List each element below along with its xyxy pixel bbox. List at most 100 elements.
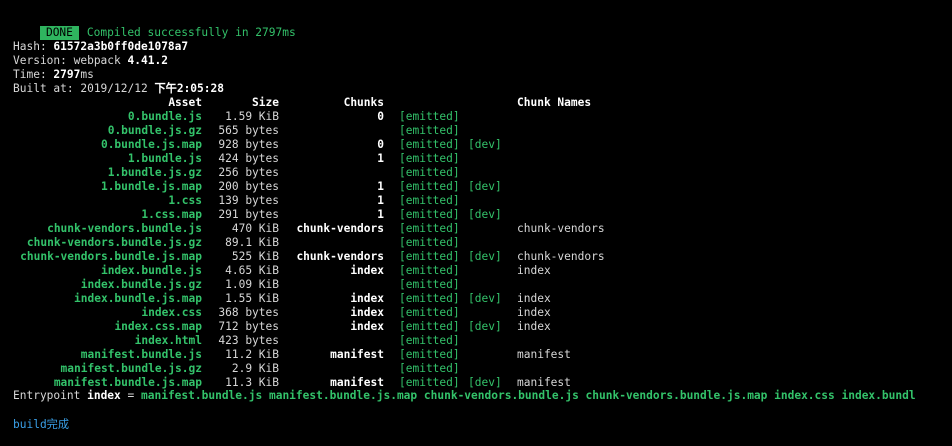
- entrypoint-name: index: [87, 389, 121, 402]
- emitted-tag: [emitted]: [399, 334, 460, 347]
- asset-chunks-cell: 0: [377, 110, 384, 123]
- asset-name-cell: 1.css.map: [141, 208, 202, 221]
- dev-tag: [dev]: [468, 376, 502, 389]
- dev-tag: [dev]: [468, 320, 502, 333]
- asset-name-cell: 1.bundle.js.gz: [107, 166, 202, 179]
- built-at-line: Built at: 2019/12/12 下午2:05:28: [13, 82, 224, 96]
- emitted-tag: [emitted]: [399, 208, 460, 221]
- chunk-names-cell: chunk-vendors: [517, 250, 605, 263]
- asset-name-cell: index.bundle.js.map: [74, 292, 202, 305]
- entrypoint-label: Entrypoint: [13, 389, 88, 402]
- asset-name-cell: index.bundle.js: [100, 264, 202, 277]
- asset-chunks-cell: 1: [377, 194, 384, 207]
- asset-size-cell: 2.9 KiB: [231, 362, 279, 375]
- compile-message: Compiled successfully in 2797ms: [86, 26, 296, 39]
- asset-name-cell: 1.bundle.js.map: [100, 180, 202, 193]
- asset-name-cell: index.html: [134, 334, 202, 347]
- asset-size-cell: 89.1 KiB: [225, 236, 279, 249]
- done-badge: DONE: [39, 26, 79, 40]
- asset-size-cell: 256 bytes: [218, 166, 279, 179]
- built-value: 下午2:05:28: [154, 82, 224, 95]
- asset-chunks-cell: 1: [377, 152, 384, 165]
- asset-chunks-cell: index: [350, 292, 384, 305]
- chunk-names-cell: index: [517, 292, 551, 305]
- emitted-tag: [emitted]: [399, 152, 460, 165]
- version-value: 4.41.2: [127, 54, 168, 67]
- asset-name-cell: manifest.bundle.js: [80, 348, 202, 361]
- asset-name-cell: index.css: [141, 306, 202, 319]
- asset-chunks-cell: index: [350, 306, 384, 319]
- header-chunks: Chunks: [343, 96, 384, 109]
- chunk-names-cell: index: [517, 306, 551, 319]
- header-asset: Asset: [168, 96, 202, 109]
- emitted-tag: [emitted]: [399, 376, 460, 389]
- asset-size-cell: 565 bytes: [218, 124, 279, 137]
- time-value: 2797: [53, 68, 81, 81]
- asset-name-cell: 0.bundle.js.gz: [107, 124, 202, 137]
- emitted-tag: [emitted]: [399, 264, 460, 277]
- built-label: Built at: 2019/12/12: [13, 82, 155, 95]
- asset-chunks-cell: manifest: [330, 348, 384, 361]
- entrypoint-files: manifest.bundle.js manifest.bundle.js.ma…: [141, 389, 916, 402]
- emitted-tag: [emitted]: [399, 348, 460, 361]
- asset-size-cell: 1.09 KiB: [225, 278, 279, 291]
- build-complete-message: build完成: [13, 418, 70, 431]
- dev-tag: [dev]: [468, 180, 502, 193]
- emitted-tag: [emitted]: [399, 292, 460, 305]
- chunk-names-cell: manifest: [517, 376, 571, 389]
- hash-label: Hash:: [13, 40, 54, 53]
- asset-chunks-cell: chunk-vendors: [296, 250, 384, 263]
- time-line: Time: 2797ms: [13, 68, 94, 82]
- asset-chunks-cell: 0: [377, 138, 384, 151]
- entrypoint-line: Entrypoint index = manifest.bundle.js ma…: [13, 389, 916, 403]
- asset-name-cell: manifest.bundle.js.gz: [60, 362, 202, 375]
- dev-tag: [dev]: [468, 208, 502, 221]
- emitted-tag: [emitted]: [399, 166, 460, 179]
- entrypoint-equals: =: [120, 389, 141, 402]
- time-label: Time:: [13, 68, 54, 81]
- compile-status-line: DONE Compiled successfully in 2797ms: [13, 12, 296, 40]
- emitted-tag: [emitted]: [399, 320, 460, 333]
- asset-chunks-cell: index: [350, 320, 384, 333]
- asset-name-cell: chunk-vendors.bundle.js: [47, 222, 202, 235]
- emitted-tag: [emitted]: [399, 194, 460, 207]
- emitted-tag: [emitted]: [399, 362, 460, 375]
- chunk-names-cell: manifest: [517, 348, 571, 361]
- hash-value: 61572a3b0ff0de1078a7: [53, 40, 189, 53]
- asset-name-cell: 0.bundle.js.map: [100, 138, 202, 151]
- emitted-tag: [emitted]: [399, 250, 460, 263]
- asset-chunks-cell: manifest: [330, 376, 384, 389]
- dev-tag: [dev]: [468, 250, 502, 263]
- hash-line: Hash: 61572a3b0ff0de1078a7: [13, 40, 188, 54]
- time-unit: ms: [80, 68, 94, 81]
- table-header: Asset Size Chunks Chunk Names: [0, 96, 591, 110]
- asset-name-cell: index.bundle.js.gz: [80, 278, 202, 291]
- version-label: Version: webpack: [13, 54, 128, 67]
- asset-name-cell: chunk-vendors.bundle.js.map: [20, 250, 202, 263]
- emitted-tag: [emitted]: [399, 306, 460, 319]
- dev-tag: [dev]: [468, 292, 502, 305]
- emitted-tag: [emitted]: [399, 138, 460, 151]
- dev-tag: [dev]: [468, 138, 502, 151]
- emitted-tag: [emitted]: [399, 124, 460, 137]
- asset-name-cell: 1.bundle.js: [127, 152, 202, 165]
- emitted-tag: [emitted]: [399, 278, 460, 291]
- chunk-names-cell: chunk-vendors: [517, 222, 605, 235]
- asset-name-cell: manifest.bundle.js.map: [53, 376, 202, 389]
- asset-size-cell: 423 bytes: [218, 334, 279, 347]
- asset-chunks-cell: chunk-vendors: [296, 222, 384, 235]
- asset-chunks-cell: 1: [377, 208, 384, 221]
- emitted-tag: [emitted]: [399, 180, 460, 193]
- asset-name-cell: 0.bundle.js: [127, 110, 202, 123]
- asset-name-cell: index.css.map: [114, 320, 202, 333]
- emitted-tag: [emitted]: [399, 110, 460, 123]
- header-chunk-names: Chunk Names: [517, 96, 592, 109]
- chunk-names-cell: index: [517, 320, 551, 333]
- terminal-window[interactable]: DONE Compiled successfully in 2797ms Hash…: [0, 0, 952, 446]
- asset-chunks-cell: 1: [377, 180, 384, 193]
- emitted-tag: [emitted]: [399, 222, 460, 235]
- version-line: Version: webpack 4.41.2: [13, 54, 168, 68]
- emitted-tag: [emitted]: [399, 236, 460, 249]
- asset-name-cell: chunk-vendors.bundle.js.gz: [26, 236, 202, 249]
- asset-name-cell: 1.css: [168, 194, 202, 207]
